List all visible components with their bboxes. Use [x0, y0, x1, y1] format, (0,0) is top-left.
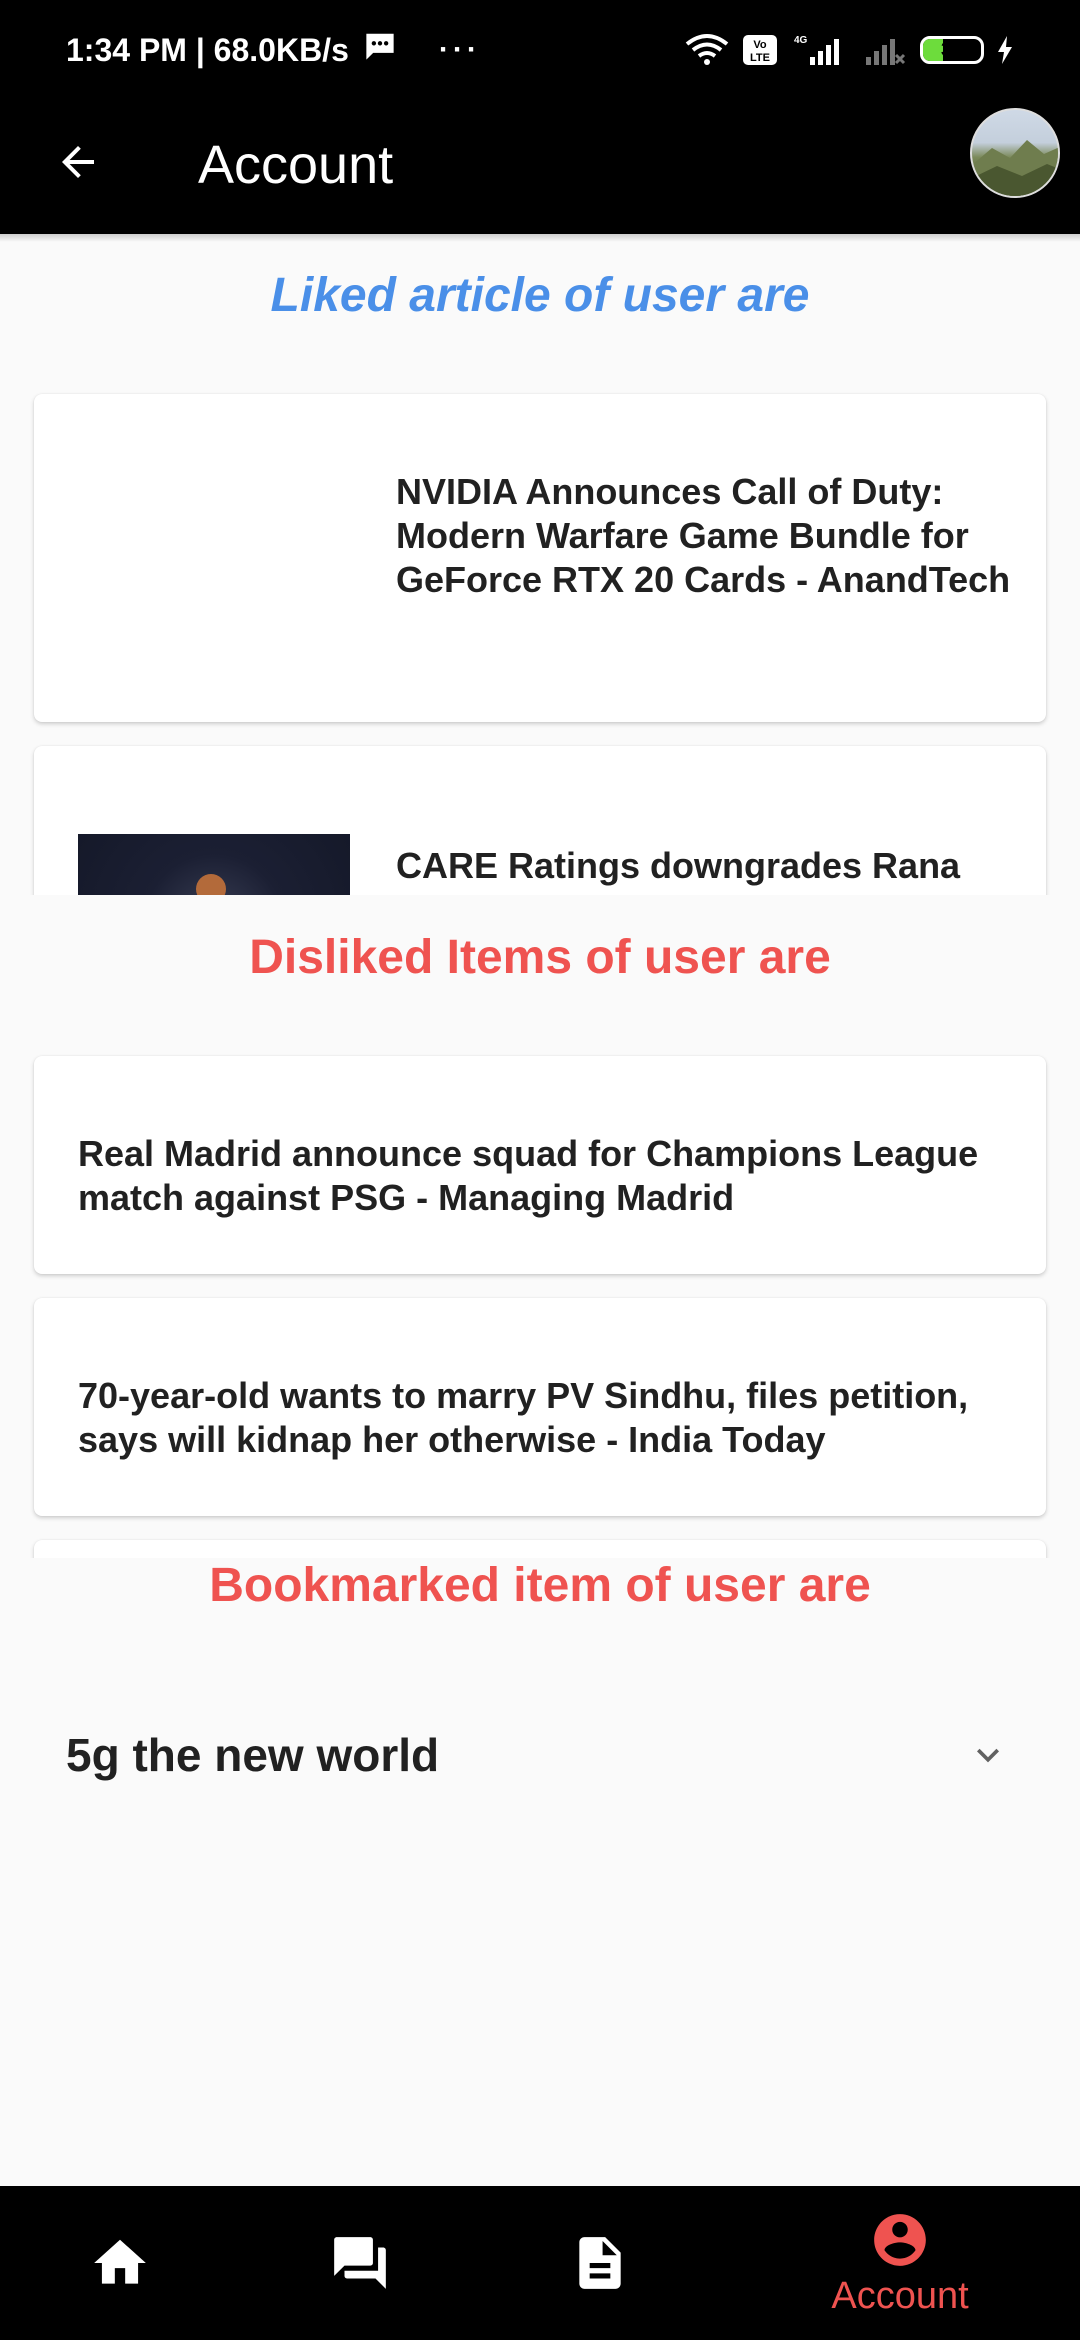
volte-icon: Vo LTE [742, 34, 778, 66]
article-title: 70-year-old wants to marry PV Sindhu, fi… [78, 1375, 969, 1460]
nav-forum[interactable] [240, 2186, 480, 2340]
battery-level: 34 [940, 38, 964, 61]
app-bar-shadow [0, 234, 1080, 242]
signal-no-service-icon [862, 33, 908, 67]
account-circle-icon [874, 2213, 926, 2266]
home-icon [94, 2239, 146, 2284]
disliked-list[interactable]: Real Madrid announce squad for Champions… [0, 1040, 1080, 1558]
bookmark-heading: Bookmarked item of user are [209, 1559, 871, 1612]
chevron-down-icon[interactable] [966, 1733, 1010, 1777]
bookmark-title: 5g the new world [66, 1729, 440, 1781]
liked-list[interactable]: NVIDIA Announces Call of Duty: Modern Wa… [0, 380, 1080, 895]
nav-documents[interactable] [480, 2186, 720, 2340]
svg-text:LTE: LTE [750, 52, 770, 64]
page-title: Account [198, 135, 394, 195]
status-left: 1:34 PM | 68.0KB/s ··· [66, 31, 481, 69]
article-title: NVIDIA Announces Call of Duty: Modern Wa… [396, 471, 1011, 600]
document-icon [579, 2237, 621, 2289]
disliked-card[interactable]: 70-year-old wants to marry PV Sindhu, fi… [34, 1298, 1046, 1516]
app-bar: Account [0, 100, 1080, 234]
bookmark-expansion-tile[interactable]: 5g the new world [0, 1700, 1080, 1810]
svg-text:4G: 4G [794, 35, 808, 46]
liked-heading: Liked article of user are [270, 269, 810, 322]
liked-card[interactable]: NVIDIA Announces Call of Duty: Modern Wa… [34, 394, 1046, 722]
svg-text:Vo: Vo [753, 39, 767, 51]
more-notifications-icon: ··· [438, 33, 481, 66]
account-screen: 1:34 PM | 68.0KB/s ··· Vo LTE 4G 34 Acco… [0, 0, 1080, 2340]
liked-card[interactable]: CARE Ratings downgrades Rana [34, 746, 1046, 895]
charging-icon [996, 35, 1014, 65]
wifi-icon [684, 33, 730, 67]
forum-icon [334, 2237, 386, 2289]
status-right: Vo LTE 4G 34 [684, 33, 1014, 67]
arrow-back-icon [62, 146, 94, 178]
article-title: CARE Ratings downgrades Rana [396, 845, 961, 886]
nav-account[interactable]: Account [720, 2186, 1080, 2340]
nav-home[interactable] [0, 2186, 240, 2340]
message-icon [363, 31, 397, 69]
disliked-heading: Disliked Items of user are [249, 931, 831, 984]
bottom-navigation: Account [0, 2186, 1080, 2340]
mountain-photo [972, 140, 1058, 196]
disliked-card[interactable]: Real Madrid announce squad for Champions… [34, 1056, 1046, 1274]
nav-account-label: Account [831, 2274, 969, 2317]
article-thumbnail [78, 834, 350, 895]
signal-4g-icon: 4G [790, 33, 850, 67]
back-button[interactable] [46, 130, 110, 194]
status-time-speed: 1:34 PM | 68.0KB/s [66, 31, 349, 68]
avatar[interactable] [970, 108, 1060, 198]
person-figure [196, 874, 226, 895]
status-bar: 1:34 PM | 68.0KB/s ··· Vo LTE 4G 34 [0, 0, 1080, 100]
article-title: Real Madrid announce squad for Champions… [78, 1133, 979, 1218]
battery-icon: 34 [920, 36, 984, 64]
disliked-card[interactable] [34, 1540, 1046, 1558]
